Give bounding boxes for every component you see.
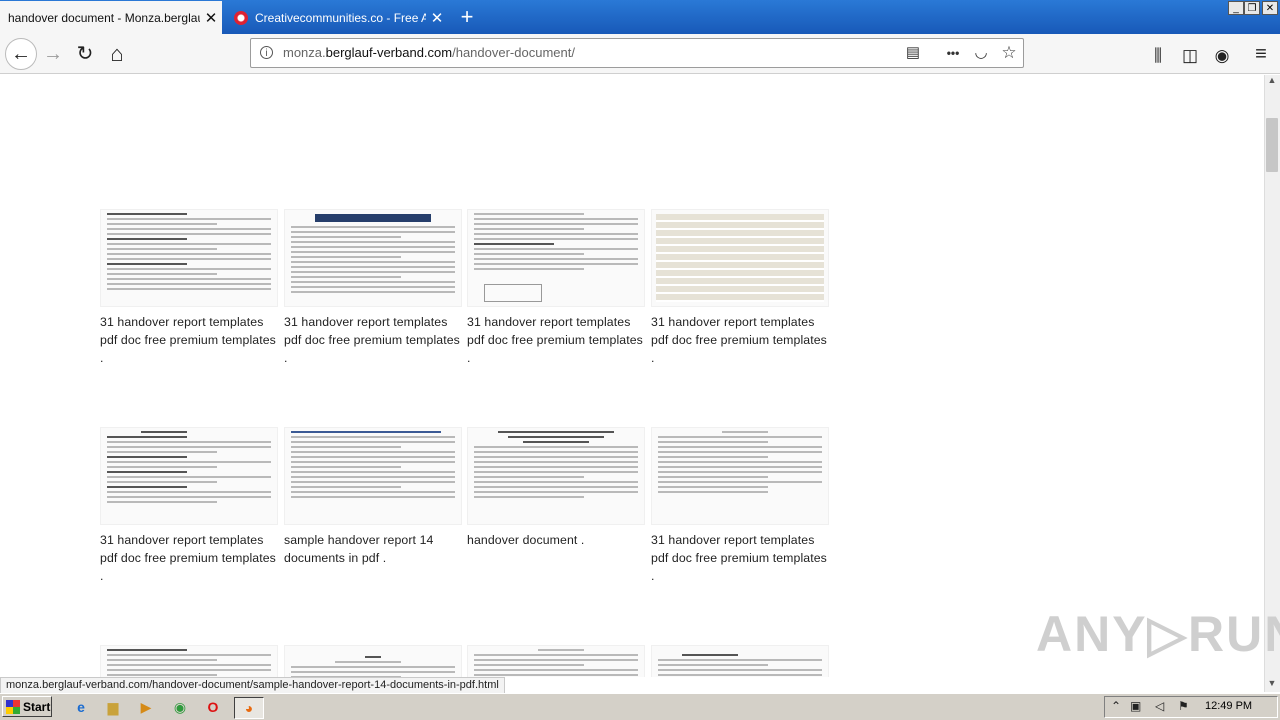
opera-icon[interactable]: O	[202, 697, 224, 717]
card-caption[interactable]: 31 handover report templates pdf doc fre…	[100, 531, 278, 585]
thumbnail-image[interactable]	[651, 427, 829, 525]
thumbnail-image[interactable]	[100, 427, 278, 525]
close-tab-icon[interactable]: ✕	[426, 9, 448, 27]
card-caption[interactable]: 31 handover report templates pdf doc fre…	[467, 313, 645, 367]
info-icon[interactable]: i	[260, 46, 273, 59]
internet-explorer-icon[interactable]: e	[70, 697, 92, 717]
reader-view-icon[interactable]: ▤	[903, 39, 923, 67]
taskbar-clock[interactable]: 12:49 PM	[1205, 700, 1252, 712]
thumbnail-image[interactable]	[467, 209, 645, 307]
thumbnail-image[interactable]	[284, 209, 462, 307]
volume-icon[interactable]: ◁	[1155, 699, 1164, 713]
result-card[interactable]: sample handover report 14 documents in p…	[284, 427, 462, 567]
thumbnail-image[interactable]	[284, 645, 462, 677]
start-label: Start	[23, 700, 51, 714]
url-bar[interactable]: i monza.berglauf-verband.com/handover-do…	[250, 38, 1024, 68]
result-card[interactable]	[651, 645, 829, 677]
menu-icon[interactable]: ≡	[1250, 43, 1272, 66]
back-button[interactable]: ←	[5, 38, 37, 70]
result-card[interactable]	[467, 645, 645, 677]
flag-tray-icon[interactable]: ⚑	[1178, 699, 1189, 713]
scroll-up-icon[interactable]: ▲	[1264, 75, 1280, 89]
forward-button[interactable]: →	[39, 40, 67, 68]
page-actions-icon[interactable]: •••	[943, 39, 963, 67]
chrome-icon[interactable]: ◉	[169, 697, 191, 717]
result-card[interactable]	[100, 645, 278, 677]
windows-flag-icon	[6, 700, 20, 714]
scrollbar-thumb[interactable]	[1266, 118, 1278, 172]
result-card[interactable]: 31 handover report templates pdf doc fre…	[284, 209, 462, 367]
pocket-icon[interactable]: ◡	[971, 39, 991, 67]
bookmark-star-icon[interactable]: ☆	[999, 39, 1019, 67]
scroll-down-icon[interactable]: ▼	[1264, 678, 1280, 692]
restore-button[interactable]: ❐	[1244, 1, 1260, 15]
url-host: berglauf-verband.com	[325, 45, 453, 60]
thumbnail-image[interactable]	[100, 645, 278, 677]
folder-icon[interactable]: ▆	[102, 697, 124, 717]
result-card[interactable]: 31 handover report templates pdf doc fre…	[100, 209, 278, 367]
reload-button[interactable]: ↻	[71, 40, 99, 68]
tab-handover-document[interactable]: handover document - Monza.berglauf- ✕	[0, 1, 222, 34]
result-card[interactable]: 31 handover report templates pdf doc fre…	[100, 427, 278, 585]
library-icon[interactable]: ⫼	[1147, 46, 1169, 66]
url-prefix: monza.	[283, 45, 326, 60]
taskbar: Start e ▆ ▶ ◉ O ◕ ⌃ ▣ ◁ ⚑ 12:49 PM	[0, 693, 1280, 720]
tab-creativecommunities[interactable]: Creativecommunities.co - Free All ✕	[226, 1, 448, 34]
thumbnail-image[interactable]	[467, 427, 645, 525]
start-button[interactable]: Start	[2, 696, 52, 717]
anyrun-watermark: ANY▷RUN	[1036, 606, 1280, 662]
result-card[interactable]: 31 handover report templates pdf doc fre…	[651, 427, 829, 585]
card-caption[interactable]: handover document .	[467, 531, 645, 549]
url-path: /handover-document/	[452, 45, 575, 60]
tray-expand-icon[interactable]: ⌃	[1111, 699, 1121, 713]
opera-icon	[234, 10, 248, 25]
new-tab-button[interactable]: +	[455, 4, 479, 30]
url-text: monza.berglauf-verband.com/handover-docu…	[283, 39, 575, 67]
thumbnail-image[interactable]	[100, 209, 278, 307]
home-button[interactable]: ⌂	[103, 40, 131, 68]
result-card[interactable]: 31 handover report templates pdf doc fre…	[467, 209, 645, 367]
card-caption[interactable]: 31 handover report templates pdf doc fre…	[284, 313, 462, 367]
card-caption[interactable]: 31 handover report templates pdf doc fre…	[651, 313, 829, 367]
firefox-icon[interactable]: ◕	[234, 697, 264, 719]
thumbnail-image[interactable]	[651, 209, 829, 307]
tab-title: handover document - Monza.berglauf-	[8, 10, 200, 25]
sidebar-icon[interactable]: ◫	[1179, 46, 1201, 66]
close-tab-icon[interactable]: ✕	[200, 9, 222, 27]
media-player-icon[interactable]: ▶	[135, 697, 157, 717]
result-card[interactable]	[284, 645, 462, 677]
card-caption[interactable]: 31 handover report templates pdf doc fre…	[100, 313, 278, 367]
result-card[interactable]: handover document .	[467, 427, 645, 549]
page-content: 31 handover report templates pdf doc fre…	[0, 75, 1264, 677]
card-caption[interactable]: 31 handover report templates pdf doc fre…	[651, 531, 829, 585]
close-window-button[interactable]: ✕	[1262, 1, 1278, 15]
thumbnail-image[interactable]	[651, 645, 829, 677]
network-icon[interactable]: ▣	[1130, 699, 1141, 713]
thumbnail-image[interactable]	[467, 645, 645, 677]
card-caption[interactable]: sample handover report 14 documents in p…	[284, 531, 462, 567]
thumbnail-image[interactable]	[284, 427, 462, 525]
result-card[interactable]: 31 handover report templates pdf doc fre…	[651, 209, 829, 367]
tab-title: Creativecommunities.co - Free All	[255, 10, 426, 25]
account-icon[interactable]: ◉	[1211, 46, 1233, 66]
minimize-button[interactable]: _	[1228, 1, 1244, 15]
